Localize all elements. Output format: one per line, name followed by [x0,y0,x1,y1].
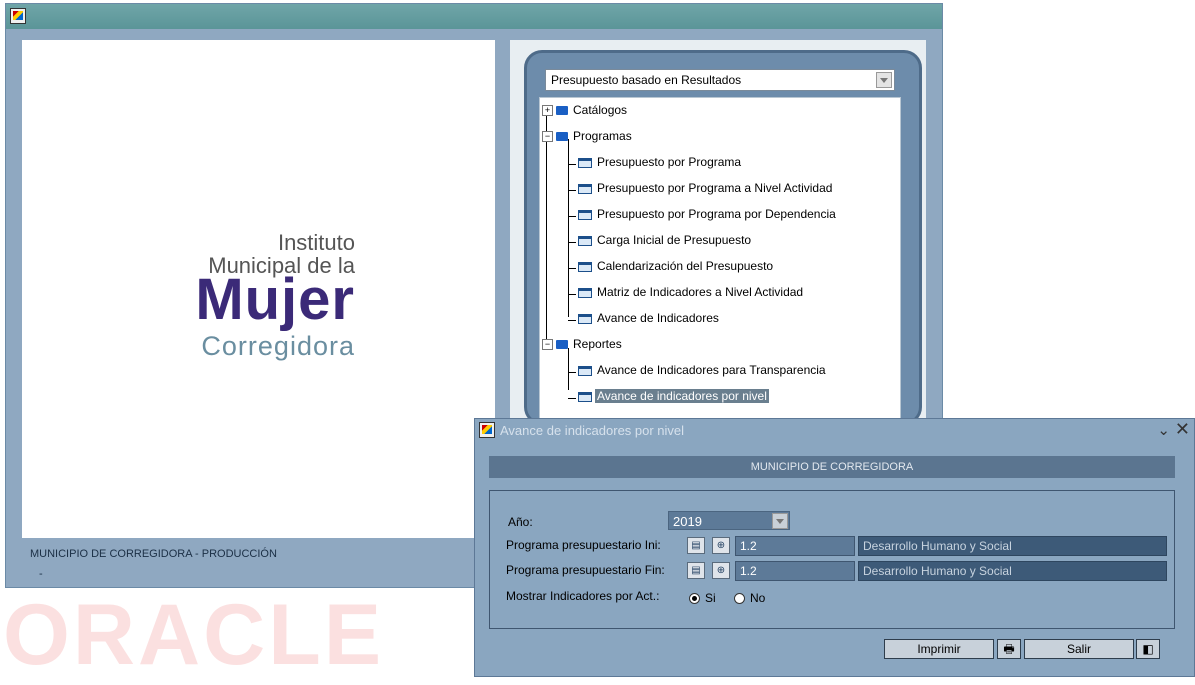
anio-value: 2019 [673,514,702,529]
radio-si[interactable] [689,593,700,604]
main-titlebar[interactable] [6,4,942,29]
tree-node-presupuesto-por-programa[interactable]: Presupuesto por Programa [578,153,743,171]
collapse-icon[interactable]: − [542,339,553,351]
form-icon [578,157,592,168]
form-icon [578,261,592,272]
tree-node-label: Catálogos [573,103,628,117]
radio-si-label[interactable]: Si [705,591,716,605]
minimize-icon[interactable]: ⌄ [1157,421,1170,439]
tree-node-calendarizacion[interactable]: Calendarización del Presupuesto [578,257,775,275]
logo-text-corregidora: Corregidora [201,331,355,361]
tree-node-label: Calendarización del Presupuesto [597,259,774,273]
tree-node-programas[interactable]: − Programas [542,127,634,145]
printer-icon[interactable]: 🖶 [997,639,1021,659]
dialog-header: MUNICIPIO DE CORREGIDORA [489,456,1175,478]
module-selector-value: Presupuesto basado en Resultados [551,73,742,87]
tree-node-label: Matriz de Indicadores a Nivel Actividad [597,285,804,299]
tree-node-label: Reportes [573,337,622,351]
report-dialog: Avance de indicadores por nivel ⌄ ✕ MUNI… [474,418,1195,677]
tree-node-label: Carga Inicial de Presupuesto [597,233,752,247]
chevron-down-icon[interactable] [772,513,788,529]
oracle-watermark: ORACLE [3,587,385,683]
radio-no[interactable] [734,593,745,604]
tree-node-label: Programas [573,129,632,143]
tree-node-label: Presupuesto por Programa por Dependencia [597,207,836,221]
form-icon [578,287,592,298]
tree-panel: Presupuesto basado en Resultados + Catálo [524,50,922,425]
tree-connector [568,242,576,243]
programa-fin-description: Desarrollo Humano y Social [858,561,1167,581]
tree-node-presupuesto-por-dependencia[interactable]: Presupuesto por Programa por Dependencia [578,205,838,223]
programa-ini-description: Desarrollo Humano y Social [858,536,1167,556]
tree-connector [546,114,547,342]
menu-tree: + Catálogos − Programas Presupuesto por Pr… [539,97,901,419]
tree-connector [568,372,576,373]
tree-connector [568,139,569,317]
tree-connector [568,164,576,165]
tree-connector [568,294,576,295]
form-icon [578,235,592,246]
anio-label: Año: [508,515,533,529]
module-selector[interactable]: Presupuesto basado en Resultados [545,69,895,91]
tree-connector [568,320,576,321]
anio-select[interactable]: 2019 [668,511,790,530]
logo-pane: Instituto Municipal de la Mujer Corregid… [22,40,495,538]
programa-fin-code[interactable]: 1.2 [735,561,855,581]
dialog-title: Avance de indicadores por nivel [500,423,685,438]
status-text: MUNICIPIO DE CORREGIDORA - PRODUCCIÓN [30,548,277,560]
form-icon [578,365,592,376]
dialog-titlebar[interactable]: Avance de indicadores por nivel ⌄ ✕ [475,419,1194,442]
tree-connector [568,348,569,390]
tree-node-avance-transparencia[interactable]: Avance de Indicadores para Transparencia [578,361,828,379]
tree-node-presupuesto-nivel-actividad[interactable]: Presupuesto por Programa a Nivel Activid… [578,179,834,197]
list-of-values-icon[interactable]: ▤ [687,562,705,579]
tree-frame: Presupuesto basado en Resultados + Catálo [510,40,926,425]
form-icon [578,183,592,194]
form-icon [578,313,592,324]
exit-button[interactable]: Salir [1024,639,1134,659]
close-icon[interactable]: ✕ [1175,419,1190,440]
programa-ini-code[interactable]: 1.2 [735,536,855,556]
folder-icon [556,106,568,116]
tree-node-avance-indicadores[interactable]: Avance de Indicadores [578,309,721,327]
programa-ini-label: Programa presupuestario Ini: [506,538,661,552]
status-subtext: - [39,568,43,580]
tree-node-label: Presupuesto por Programa a Nivel Activid… [597,181,833,195]
list-of-values-icon[interactable]: ▤ [687,537,705,554]
collapse-icon[interactable]: − [542,131,553,143]
tree-node-avance-por-nivel[interactable]: Avance de indicadores por nivel [578,387,769,405]
logo-text-mujer: Mujer [195,267,355,332]
form-icon [578,391,592,402]
tree-connector [568,398,576,399]
tree-node-reportes[interactable]: − Reportes [542,335,624,353]
open-folder-icon [556,132,568,142]
tree-connector [568,268,576,269]
print-button[interactable]: Imprimir [884,639,994,659]
tree-node-label: Avance de Indicadores [597,311,719,325]
programa-fin-label: Programa presupuestario Fin: [506,563,665,577]
tree-node-carga-inicial[interactable]: Carga Inicial de Presupuesto [578,231,753,249]
chevron-down-icon[interactable] [876,72,892,88]
tree-connector [568,216,576,217]
tree-node-matriz-indicadores[interactable]: Matriz de Indicadores a Nivel Actividad [578,283,805,301]
add-icon[interactable]: ⊕ [712,562,730,579]
radio-no-label[interactable]: No [750,591,765,605]
tree-node-label: Presupuesto por Programa [597,155,742,169]
tree-node-label: Avance de indicadores por nivel [595,389,769,403]
expand-icon[interactable]: + [542,105,553,117]
tree-connector [568,190,576,191]
app-icon [10,8,26,24]
dialog-form: Año: 2019 Programa presupuestario Ini: ▤… [489,490,1175,629]
app-icon [479,422,495,438]
open-folder-icon [556,340,568,350]
add-icon[interactable]: ⊕ [712,537,730,554]
exit-door-icon[interactable]: ◧ [1136,639,1160,659]
mostrar-indicadores-label: Mostrar Indicadores por Act.: [506,589,660,603]
tree-node-label: Avance de Indicadores para Transparencia [597,363,826,377]
form-icon [578,209,592,220]
tree-node-catalogos[interactable]: + Catálogos [542,101,629,119]
